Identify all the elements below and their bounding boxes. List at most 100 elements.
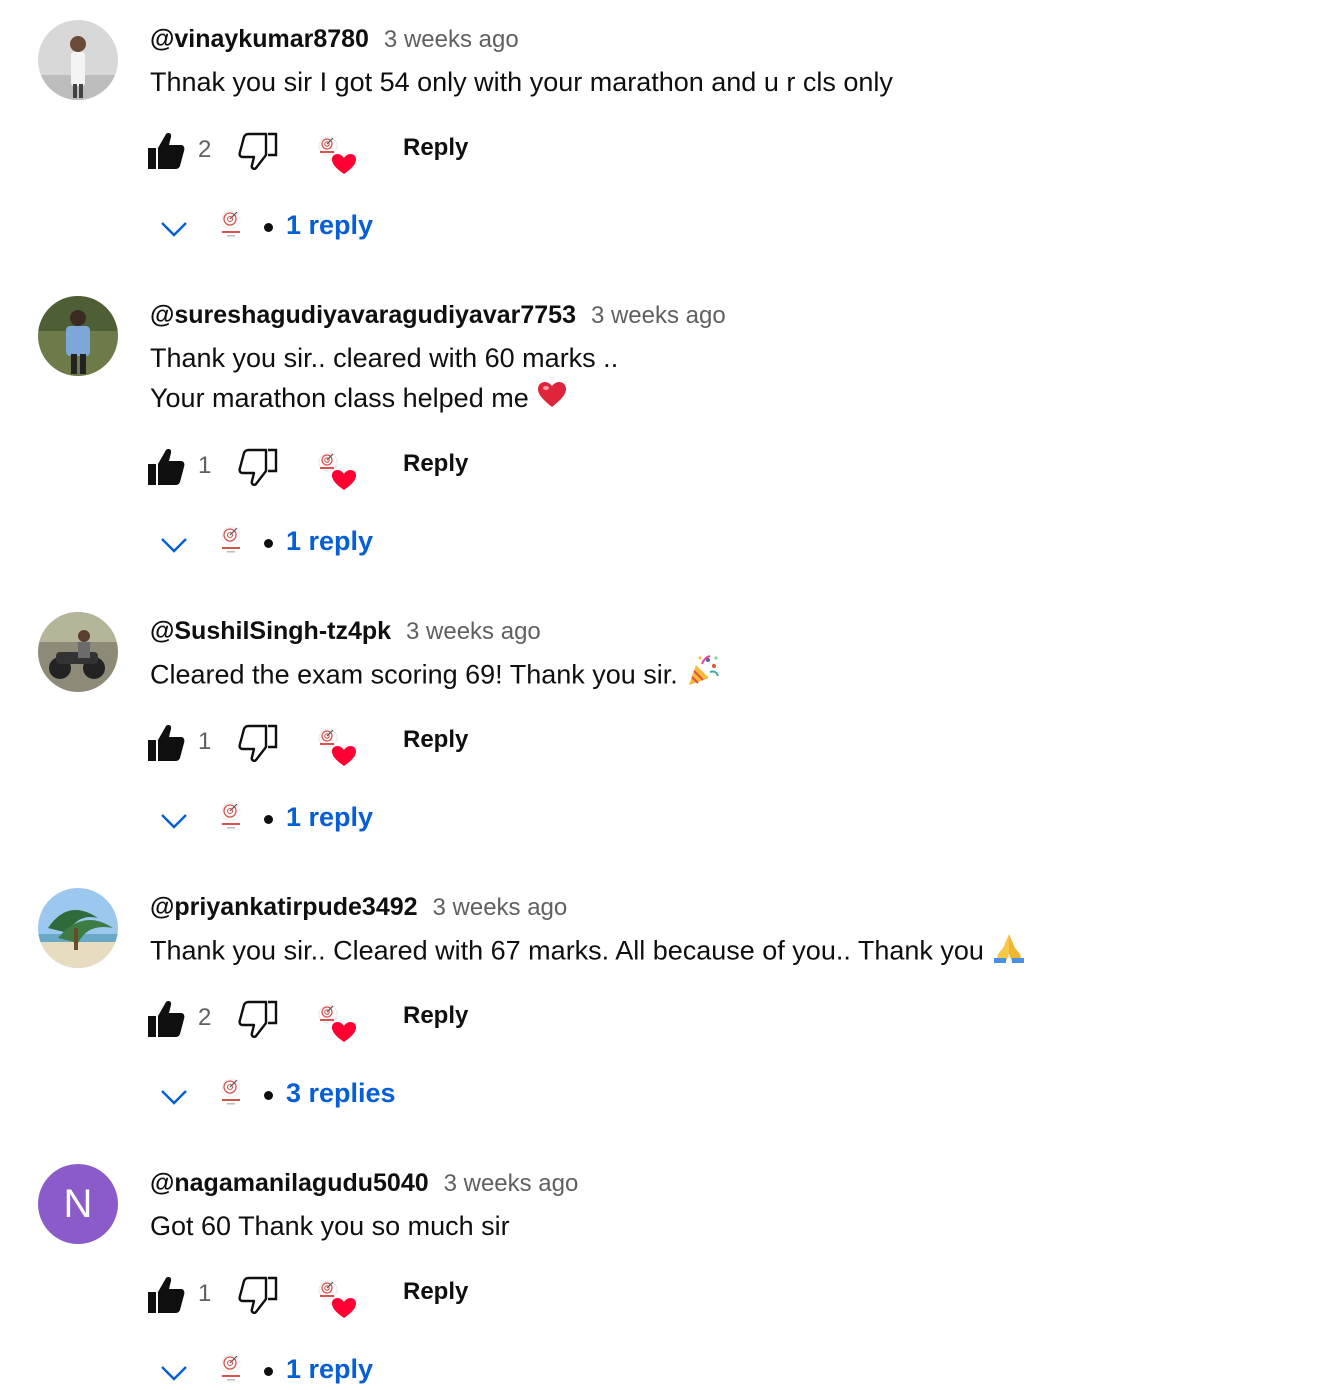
comment-timestamp[interactable]: 3 weeks ago bbox=[433, 894, 568, 921]
comment-text: Thnak you sir I got 54 only with your ma… bbox=[150, 62, 893, 102]
comment-text: Got 60 Thank you so much sir bbox=[150, 1206, 510, 1246]
dislike-button[interactable] bbox=[238, 448, 282, 488]
like-button[interactable] bbox=[146, 448, 188, 488]
comment-text-line: Cleared the exam scoring 69! Thank you s… bbox=[150, 654, 720, 699]
dislike-button[interactable] bbox=[238, 724, 282, 764]
comment-header: @SushilSingh-tz4pk 3 weeks ago bbox=[150, 614, 541, 649]
channel-logo-icon bbox=[216, 1076, 246, 1108]
like-count: 1 bbox=[198, 452, 212, 479]
thumbs-up-icon bbox=[146, 1001, 186, 1042]
comment-actions: 1 Reply bbox=[146, 448, 486, 490]
comment-author[interactable]: @sureshagudiyavaragudiyavar7753 bbox=[150, 301, 576, 329]
separator-dot bbox=[264, 223, 273, 232]
view-replies-button[interactable]: 1 reply bbox=[158, 800, 558, 840]
creator-heart-icon bbox=[314, 132, 358, 176]
comment-text: Thank you sir.. cleared with 60 marks ..… bbox=[150, 338, 618, 420]
folded-hands-emoji-icon bbox=[992, 930, 1026, 975]
separator-dot bbox=[264, 1367, 273, 1376]
comment-actions: 2 Reply bbox=[146, 132, 486, 174]
separator-dot bbox=[264, 815, 273, 824]
view-replies-button[interactable]: 1 reply bbox=[158, 1352, 558, 1390]
comment-header: @priyankatirpude3492 3 weeks ago bbox=[150, 890, 567, 925]
comment-author[interactable]: @nagamanilagudu5040 bbox=[150, 1169, 429, 1197]
channel-logo-icon bbox=[216, 1352, 246, 1384]
like-button[interactable] bbox=[146, 724, 188, 764]
thumbs-down-icon bbox=[238, 1000, 278, 1042]
comment-author[interactable]: @SushilSingh-tz4pk bbox=[150, 617, 391, 645]
like-count: 2 bbox=[198, 1004, 212, 1031]
channel-logo-icon bbox=[216, 208, 246, 240]
view-replies-button[interactable]: 3 replies bbox=[158, 1076, 558, 1116]
creator-heart-icon bbox=[314, 1276, 358, 1320]
thumbs-down-icon bbox=[238, 1276, 278, 1318]
dislike-button[interactable] bbox=[238, 1000, 282, 1040]
reply-button[interactable]: Reply bbox=[403, 1278, 468, 1306]
comment-text-line: Your marathon class helped me bbox=[150, 378, 618, 420]
thumbs-down-icon bbox=[238, 132, 278, 174]
comment-header: @sureshagudiyavaragudiyavar7753 3 weeks … bbox=[150, 298, 726, 333]
like-count: 1 bbox=[198, 1280, 212, 1307]
comment-timestamp[interactable]: 3 weeks ago bbox=[406, 618, 541, 645]
replies-count-link[interactable]: 1 reply bbox=[286, 526, 373, 557]
replies-count-link[interactable]: 1 reply bbox=[286, 1354, 373, 1385]
separator-dot bbox=[264, 1091, 273, 1100]
chevron-down-icon bbox=[158, 1356, 190, 1388]
reply-button[interactable]: Reply bbox=[403, 1002, 468, 1030]
like-button[interactable] bbox=[146, 132, 188, 172]
author-avatar[interactable] bbox=[38, 612, 118, 692]
comment-author[interactable]: @vinaykumar8780 bbox=[150, 25, 369, 53]
comment-actions: 2 Reply bbox=[146, 1000, 486, 1042]
view-replies-button[interactable]: 1 reply bbox=[158, 524, 558, 564]
like-button[interactable] bbox=[146, 1000, 188, 1040]
chevron-down-icon bbox=[158, 212, 190, 244]
thumbs-up-icon bbox=[146, 449, 186, 490]
chevron-down-icon bbox=[158, 528, 190, 560]
like-count: 2 bbox=[198, 136, 212, 163]
author-avatar[interactable] bbox=[38, 20, 118, 100]
comment-text-line: Thank you sir.. Cleared with 67 marks. A… bbox=[150, 930, 1026, 975]
separator-dot bbox=[264, 539, 273, 548]
comment-actions: 1 Reply bbox=[146, 724, 486, 766]
creator-heart-icon bbox=[314, 448, 358, 492]
comment-author[interactable]: @priyankatirpude3492 bbox=[150, 893, 418, 921]
comment-text: Thank you sir.. Cleared with 67 marks. A… bbox=[150, 930, 1026, 975]
red-heart-emoji-icon bbox=[537, 380, 567, 420]
comment-header: @nagamanilagudu5040 3 weeks ago bbox=[150, 1166, 578, 1201]
channel-logo-icon bbox=[216, 800, 246, 832]
like-button[interactable] bbox=[146, 1276, 188, 1316]
channel-logo-icon bbox=[216, 524, 246, 556]
comment-text-line: Thank you sir.. cleared with 60 marks .. bbox=[150, 343, 619, 373]
author-avatar[interactable] bbox=[38, 888, 118, 968]
author-avatar[interactable]: N bbox=[38, 1164, 118, 1244]
reply-button[interactable]: Reply bbox=[403, 134, 468, 162]
thumbs-down-icon bbox=[238, 448, 278, 490]
party-popper-emoji-icon bbox=[686, 654, 720, 699]
reply-button[interactable]: Reply bbox=[403, 726, 468, 754]
replies-count-link[interactable]: 1 reply bbox=[286, 210, 373, 241]
chevron-down-icon bbox=[158, 804, 190, 836]
comment-header: @vinaykumar8780 3 weeks ago bbox=[150, 22, 519, 57]
thumbs-down-icon bbox=[238, 724, 278, 766]
reply-button[interactable]: Reply bbox=[403, 450, 468, 478]
comment-timestamp[interactable]: 3 weeks ago bbox=[384, 26, 519, 53]
replies-count-link[interactable]: 3 replies bbox=[286, 1078, 396, 1109]
thumbs-up-icon bbox=[146, 725, 186, 766]
view-replies-button[interactable]: 1 reply bbox=[158, 208, 558, 248]
comment-timestamp[interactable]: 3 weeks ago bbox=[591, 302, 726, 329]
comment-text-line: Got 60 Thank you so much sir bbox=[150, 1211, 510, 1241]
author-avatar[interactable] bbox=[38, 296, 118, 376]
thumbs-up-icon bbox=[146, 1277, 186, 1318]
replies-count-link[interactable]: 1 reply bbox=[286, 802, 373, 833]
creator-heart-icon bbox=[314, 1000, 358, 1044]
comment-actions: 1 Reply bbox=[146, 1276, 486, 1318]
dislike-button[interactable] bbox=[238, 132, 282, 172]
avatar-letter: N bbox=[63, 1181, 93, 1226]
like-count: 1 bbox=[198, 728, 212, 755]
comment-text: Cleared the exam scoring 69! Thank you s… bbox=[150, 654, 720, 699]
creator-heart-icon bbox=[314, 724, 358, 768]
thumbs-up-icon bbox=[146, 133, 186, 174]
chevron-down-icon bbox=[158, 1080, 190, 1112]
comment-timestamp[interactable]: 3 weeks ago bbox=[444, 1170, 579, 1197]
comment-text-line: Thnak you sir I got 54 only with your ma… bbox=[150, 67, 893, 97]
dislike-button[interactable] bbox=[238, 1276, 282, 1316]
